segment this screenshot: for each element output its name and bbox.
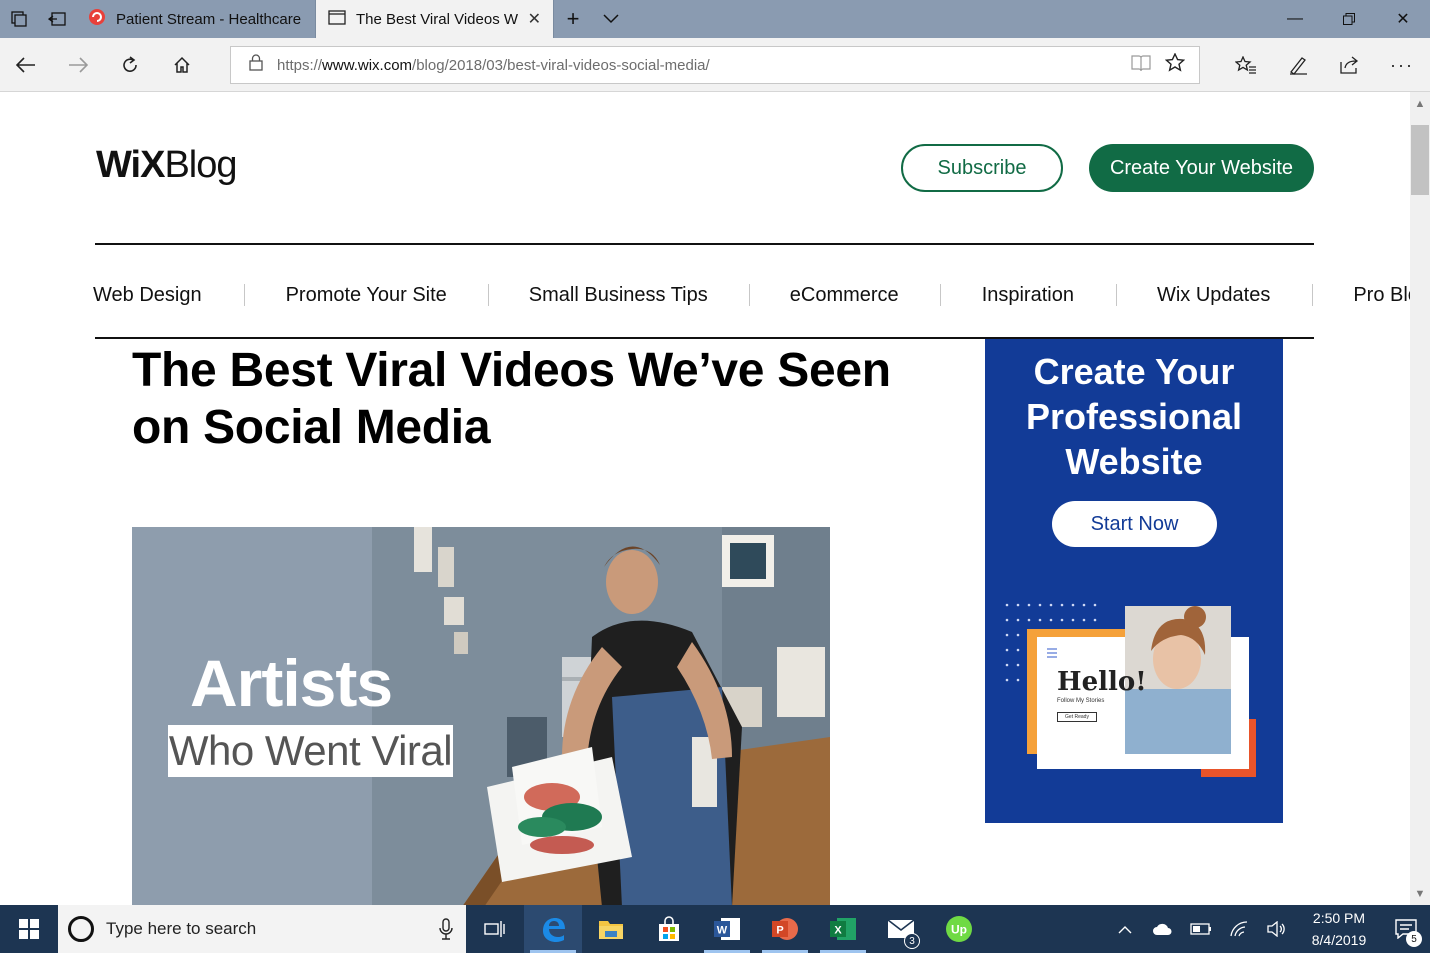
lock-icon (249, 54, 263, 76)
nav-inspiration[interactable]: Inspiration (982, 284, 1074, 307)
svg-text:X: X (834, 925, 842, 937)
cortana-icon[interactable] (68, 916, 94, 942)
divider (1115, 284, 1117, 306)
page-content: WiXBlog Subscribe Create Your Website We… (0, 92, 1410, 905)
browser-toolbar: https://www.wix.com/blog/2018/03/best-vi… (0, 38, 1430, 92)
nav-promote-your-site[interactable]: Promote Your Site (286, 284, 447, 307)
tab-title: The Best Viral Videos W (356, 10, 518, 28)
subscribe-button[interactable]: Subscribe (901, 144, 1063, 192)
divider (1312, 284, 1314, 306)
url-text: https://www.wix.com/blog/2018/03/best-vi… (277, 56, 710, 74)
mockup-hello-text: Hello! (1057, 667, 1147, 697)
system-tray: 2:50 PM 8/4/2019 5 (1106, 905, 1430, 953)
scroll-up-icon[interactable]: ▲ (1410, 94, 1430, 114)
onedrive-cloud-icon[interactable] (1144, 905, 1182, 953)
nav-wix-updates[interactable]: Wix Updates (1157, 284, 1270, 307)
nav-web-design[interactable]: Web Design (93, 284, 202, 307)
favorite-star-icon[interactable] (1164, 52, 1186, 77)
action-center-icon[interactable]: 5 (1382, 905, 1430, 953)
page-scrollbar[interactable]: ▲ ▼ (1410, 92, 1430, 905)
svg-text:P: P (776, 925, 783, 937)
share-icon[interactable] (1324, 38, 1376, 92)
divider (243, 284, 245, 306)
hero-subtitle: Who Went Viral (168, 725, 453, 777)
wifi-icon[interactable] (1220, 905, 1258, 953)
word-icon[interactable]: W (698, 905, 756, 953)
mail-icon[interactable]: 3 (872, 905, 930, 953)
divider (487, 284, 489, 306)
wix-ad-banner[interactable]: Create Your Professional Website Start N… (985, 339, 1283, 823)
windows-taskbar: Type here to search W P X 3 Up 2:50 PM 8… (0, 905, 1430, 953)
hero-title: Artists (190, 646, 393, 720)
back-icon[interactable] (0, 38, 52, 92)
upwork-icon[interactable]: Up (930, 905, 988, 953)
volume-icon[interactable] (1258, 905, 1296, 953)
powerpoint-icon[interactable]: P (756, 905, 814, 953)
taskbar-clock[interactable]: 2:50 PM 8/4/2019 (1296, 907, 1382, 951)
mail-badge: 3 (904, 933, 920, 949)
close-tab-icon[interactable]: ✕ (528, 9, 541, 29)
close-window-icon[interactable]: ✕ (1376, 0, 1430, 38)
battery-icon[interactable] (1182, 905, 1220, 953)
chevron-down-icon[interactable] (592, 0, 630, 38)
tab-title: Patient Stream - Healthcare (116, 10, 302, 28)
excel-icon[interactable]: X (814, 905, 872, 953)
scroll-down-icon[interactable]: ▼ (1410, 884, 1430, 904)
browser-tab-bar: Patient Stream - Healthcare The Best Vir… (0, 0, 1430, 38)
nav-ecommerce[interactable]: eCommerce (790, 284, 899, 307)
tab-wix-blog[interactable]: The Best Viral Videos W ✕ (316, 0, 554, 38)
pen-icon[interactable] (1272, 38, 1324, 92)
page-favicon-icon (328, 9, 346, 29)
svg-text:W: W (717, 925, 728, 937)
refresh-icon[interactable] (104, 38, 156, 92)
scroll-thumb[interactable] (1411, 125, 1429, 195)
divider (939, 284, 941, 306)
wix-blog-logo[interactable]: WiXBlog (96, 144, 238, 187)
clock-time: 2:50 PM (1312, 910, 1366, 926)
category-nav: Web Design Promote Your Site Small Busin… (93, 282, 1410, 308)
more-icon[interactable]: ··· (1376, 38, 1428, 92)
clock-date: 8/4/2019 (1311, 932, 1367, 948)
home-icon[interactable] (156, 38, 208, 92)
mockup-follow-text: Follow My Stories (1057, 698, 1105, 704)
create-website-button[interactable]: Create Your Website (1089, 144, 1314, 192)
address-bar[interactable]: https://www.wix.com/blog/2018/03/best-vi… (230, 46, 1200, 84)
edge-browser-icon[interactable] (524, 905, 582, 953)
nav-small-business-tips[interactable]: Small Business Tips (529, 284, 708, 307)
microsoft-store-icon[interactable] (640, 905, 698, 953)
divider (95, 243, 1314, 245)
website-mockup-illustration (1005, 603, 1256, 777)
ad-title: Create Your Professional Website (1025, 351, 1243, 482)
nav-pro-blogs[interactable]: Pro Blogs (1353, 284, 1410, 307)
tabs-aside-icon[interactable] (38, 0, 76, 38)
minimize-icon[interactable]: — (1268, 0, 1322, 38)
window-controls: — ✕ (1268, 0, 1430, 38)
task-view-icon[interactable] (466, 905, 524, 953)
microphone-icon[interactable] (426, 918, 466, 940)
show-hidden-icons-chevron-up-icon[interactable] (1106, 905, 1144, 953)
mockup-cta: Get Ready (1057, 712, 1097, 722)
reading-view-icon[interactable] (1131, 54, 1151, 77)
set-aside-tabs-icon[interactable] (0, 0, 38, 38)
windows-start-icon[interactable] (0, 905, 58, 953)
file-explorer-icon[interactable] (582, 905, 640, 953)
new-tab-icon[interactable]: + (554, 0, 592, 38)
start-now-button[interactable]: Start Now (1052, 501, 1217, 547)
restore-icon[interactable] (1322, 0, 1376, 38)
taskbar-search-input[interactable]: Type here to search (58, 905, 466, 953)
forward-icon[interactable] (52, 38, 104, 92)
article-title: The Best Viral Videos We’ve Seen on Soci… (132, 344, 891, 454)
patient-stream-favicon-icon (88, 8, 106, 30)
favorites-icon[interactable] (1220, 38, 1272, 92)
tab-patient-stream[interactable]: Patient Stream - Healthcare (76, 0, 316, 38)
search-placeholder: Type here to search (106, 919, 257, 938)
divider (748, 284, 750, 306)
svg-text:Up: Up (951, 923, 967, 937)
notification-count: 5 (1406, 931, 1422, 947)
article-hero-image[interactable]: Artists Who Went Viral (132, 527, 830, 905)
